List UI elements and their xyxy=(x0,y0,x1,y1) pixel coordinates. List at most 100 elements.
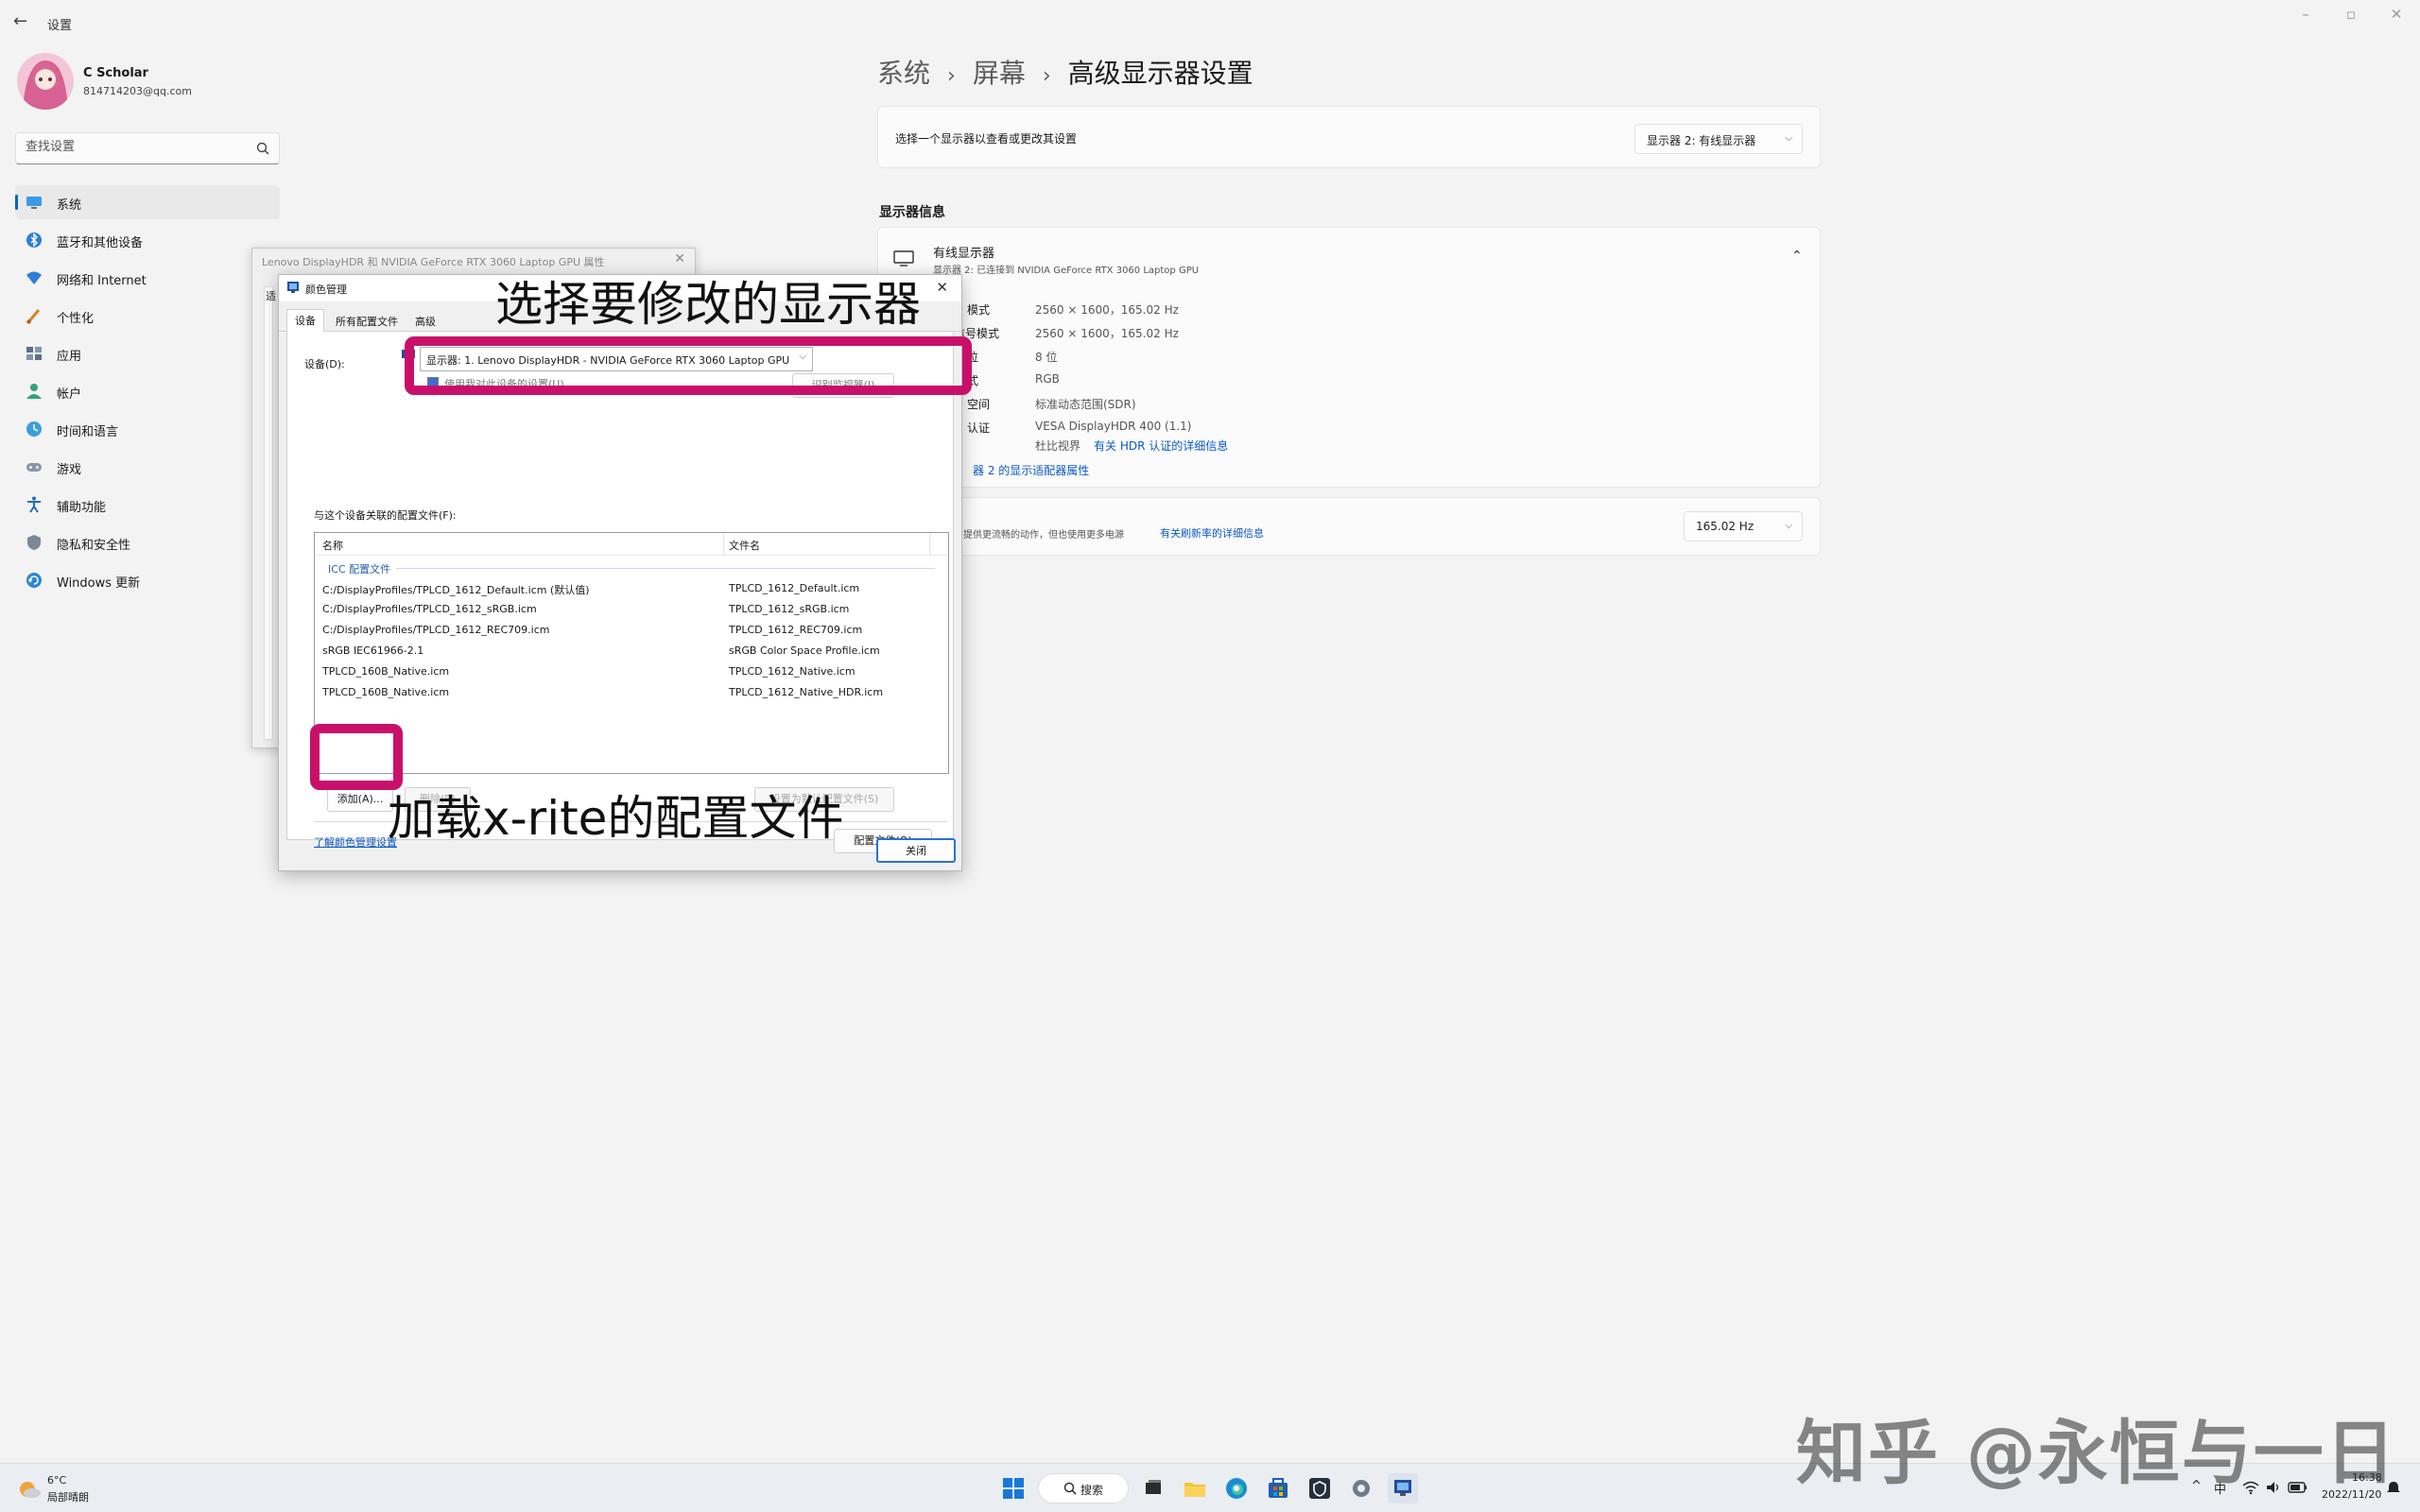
adapter-properties-link[interactable]: 器 2 的显示适配器属性 xyxy=(973,462,1089,478)
list-item[interactable]: TPLCD_160B_Native.icm TPLCD_1612_Native_H… xyxy=(315,682,948,703)
info-value: RGB xyxy=(1035,372,1060,386)
annotation-load-profile: 加载x-rite的配置文件 xyxy=(388,791,844,846)
watermark: 知乎 @永恒与一日 xyxy=(1796,1413,2397,1494)
sidebar-item-gaming[interactable]: 游戏 xyxy=(15,450,280,484)
store-icon[interactable] xyxy=(1263,1473,1293,1503)
list-item[interactable]: C:/DisplayProfiles/TPLCD_1612_sRGB.icm TP… xyxy=(315,599,948,620)
breadcrumb-separator: › xyxy=(947,64,956,88)
tab-devices[interactable]: 设备 xyxy=(286,309,324,333)
tab-advanced[interactable]: 高级 xyxy=(407,311,443,332)
sidebar-item-label: Windows 更新 xyxy=(57,576,141,591)
breadcrumb-display[interactable]: 屏幕 xyxy=(973,58,1026,89)
display-dropdown[interactable]: 显示器 2: 有线显示器 ⌵ xyxy=(1634,124,1803,154)
contrast-label: 杜比视界 xyxy=(1035,439,1081,453)
info-value: 2560 × 1600，165.02 Hz xyxy=(1035,327,1179,340)
gamepad-icon xyxy=(25,457,43,476)
close-window-button[interactable]: ✕ xyxy=(2382,6,2411,26)
wifi-icon xyxy=(25,268,43,287)
sidebar-item-bluetooth[interactable]: 蓝牙和其他设备 xyxy=(15,223,280,257)
weather-icon[interactable] xyxy=(17,1479,42,1500)
list-item[interactable]: C:/DisplayProfiles/TPLCD_1612_Default.ic… xyxy=(315,578,948,599)
monitor-subtitle: 显示器 2: 已连接到 NVIDIA GeForce RTX 3060 Lapt… xyxy=(933,266,1200,276)
apps-icon xyxy=(25,344,43,363)
avatar-image xyxy=(17,53,74,110)
close-dialog-button[interactable]: 关闭 xyxy=(876,838,956,863)
accessibility-icon xyxy=(25,495,43,514)
brush-icon xyxy=(25,306,43,325)
profile-name: TPLCD_160B_Native.icm xyxy=(322,686,450,698)
chevron-up-icon[interactable]: ⌃ xyxy=(1791,249,1803,264)
profile-file: TPLCD_1612_Default.icm xyxy=(729,582,860,594)
info-label: 空间 xyxy=(967,398,991,411)
learn-color-settings-link[interactable]: 了解颜色管理设置 xyxy=(314,834,397,850)
list-item[interactable]: TPLCD_160B_Native.icm TPLCD_1612_Native.i… xyxy=(315,662,948,682)
sidebar-item-label: 游戏 xyxy=(57,463,82,477)
color-management-taskbar-icon[interactable] xyxy=(1388,1473,1418,1503)
column-header-file[interactable]: 文件名 xyxy=(729,538,760,553)
dialog-title: 颜色管理 xyxy=(305,284,347,296)
settings-gear-icon[interactable] xyxy=(1346,1473,1376,1503)
app-shield-icon[interactable] xyxy=(1305,1473,1335,1503)
task-view-icon[interactable] xyxy=(1138,1473,1168,1503)
info-label: 模式 xyxy=(967,303,991,317)
sidebar-item-privacy[interactable]: 隐私和安全性 xyxy=(15,525,280,559)
breadcrumb-system[interactable]: 系统 xyxy=(877,58,930,89)
back-arrow-icon[interactable]: ← xyxy=(13,11,36,32)
profile-name: TPLCD_160B_Native.icm xyxy=(322,665,450,678)
monitor-name: 有线显示器 xyxy=(933,247,995,261)
sidebar-item-label: 应用 xyxy=(57,350,82,364)
profile-file: sRGB Color Space Profile.icm xyxy=(729,644,880,657)
refresh-link[interactable]: 有关刷新率的详细信息 xyxy=(1160,525,1264,541)
color-management-icon xyxy=(286,281,300,294)
profile-name: C:/DisplayProfiles/TPLCD_1612_Default.ic… xyxy=(322,584,590,596)
sidebar-item-label: 帐户 xyxy=(57,387,82,402)
weather-desc: 局部晴朗 xyxy=(47,1491,89,1503)
sidebar-item-label: 隐私和安全性 xyxy=(57,539,131,553)
column-header-name[interactable]: 名称 xyxy=(322,538,343,553)
file-explorer-icon[interactable] xyxy=(1180,1473,1210,1503)
monitor-icon xyxy=(25,193,43,212)
list-item[interactable]: C:/DisplayProfiles/TPLCD_1612_REC709.icm… xyxy=(315,620,948,641)
sidebar-item-personalization[interactable]: 个性化 xyxy=(15,299,280,333)
info-value: VESA DisplayHDR 400 (1.1) xyxy=(1035,420,1192,433)
profiles-list[interactable]: 名称 文件名 ICC 配置文件 C:/DisplayProfiles/TPLCD… xyxy=(314,532,949,774)
info-value: 8 位 xyxy=(1035,351,1058,364)
page-title: 高级显示器设置 xyxy=(1067,58,1253,89)
close-icon[interactable]: ✕ xyxy=(936,279,948,296)
hdr-cert-link[interactable]: 有关 HDR 认证的详细信息 xyxy=(1094,438,1228,454)
update-icon xyxy=(25,571,43,590)
profile-file: TPLCD_1612_REC709.icm xyxy=(729,624,863,636)
edge-browser-icon[interactable] xyxy=(1221,1473,1252,1503)
close-icon[interactable]: ✕ xyxy=(674,251,685,266)
taskbar-search[interactable]: 搜索 xyxy=(1038,1473,1129,1503)
profile-name: sRGB IEC61966-2.1 xyxy=(322,644,424,657)
chevron-down-icon: ⌵ xyxy=(1785,133,1792,144)
highlight-box-device xyxy=(405,336,972,395)
refresh-rate-card: 提供更流畅的动作，但也使用更多电源 有关刷新率的详细信息 165.02 Hz ⌵ xyxy=(877,497,1821,556)
minimize-button[interactable]: – xyxy=(2291,6,2320,26)
avatar[interactable] xyxy=(17,53,74,110)
start-button[interactable] xyxy=(998,1473,1028,1503)
monitor-icon xyxy=(893,250,914,267)
refresh-desc: 提供更流畅的动作，但也使用更多电源 xyxy=(963,530,1124,541)
search-input[interactable] xyxy=(26,140,243,154)
maximize-button[interactable]: ▫ xyxy=(2337,6,2365,26)
sidebar-item-network[interactable]: 网络和 Internet xyxy=(15,261,280,295)
sidebar-item-accounts[interactable]: 帐户 xyxy=(15,374,280,408)
tab-all-profiles[interactable]: 所有配置文件 xyxy=(328,311,406,332)
sidebar-item-system[interactable]: 系统 xyxy=(15,185,280,219)
sidebar-item-label: 蓝牙和其他设备 xyxy=(57,236,144,250)
sidebar-item-time-language[interactable]: 时间和语言 xyxy=(15,412,280,446)
display-dropdown-value: 显示器 2: 有线显示器 xyxy=(1647,134,1756,147)
list-item[interactable]: sRGB IEC61966-2.1 sRGB Color Space Profil… xyxy=(315,641,948,662)
globe-clock-icon xyxy=(25,420,43,438)
sidebar-item-label: 时间和语言 xyxy=(57,425,119,439)
sidebar-item-accessibility[interactable]: 辅助功能 xyxy=(15,488,280,522)
sidebar-item-apps[interactable]: 应用 xyxy=(15,336,280,370)
refresh-rate-dropdown[interactable]: 165.02 Hz ⌵ xyxy=(1684,511,1803,541)
search-icon[interactable] xyxy=(256,142,269,155)
bluetooth-icon xyxy=(25,231,43,249)
settings-search[interactable] xyxy=(15,132,280,164)
sidebar-item-windows-update[interactable]: Windows 更新 xyxy=(15,563,280,597)
add-profile-button[interactable]: 添加(A)... xyxy=(327,787,393,812)
